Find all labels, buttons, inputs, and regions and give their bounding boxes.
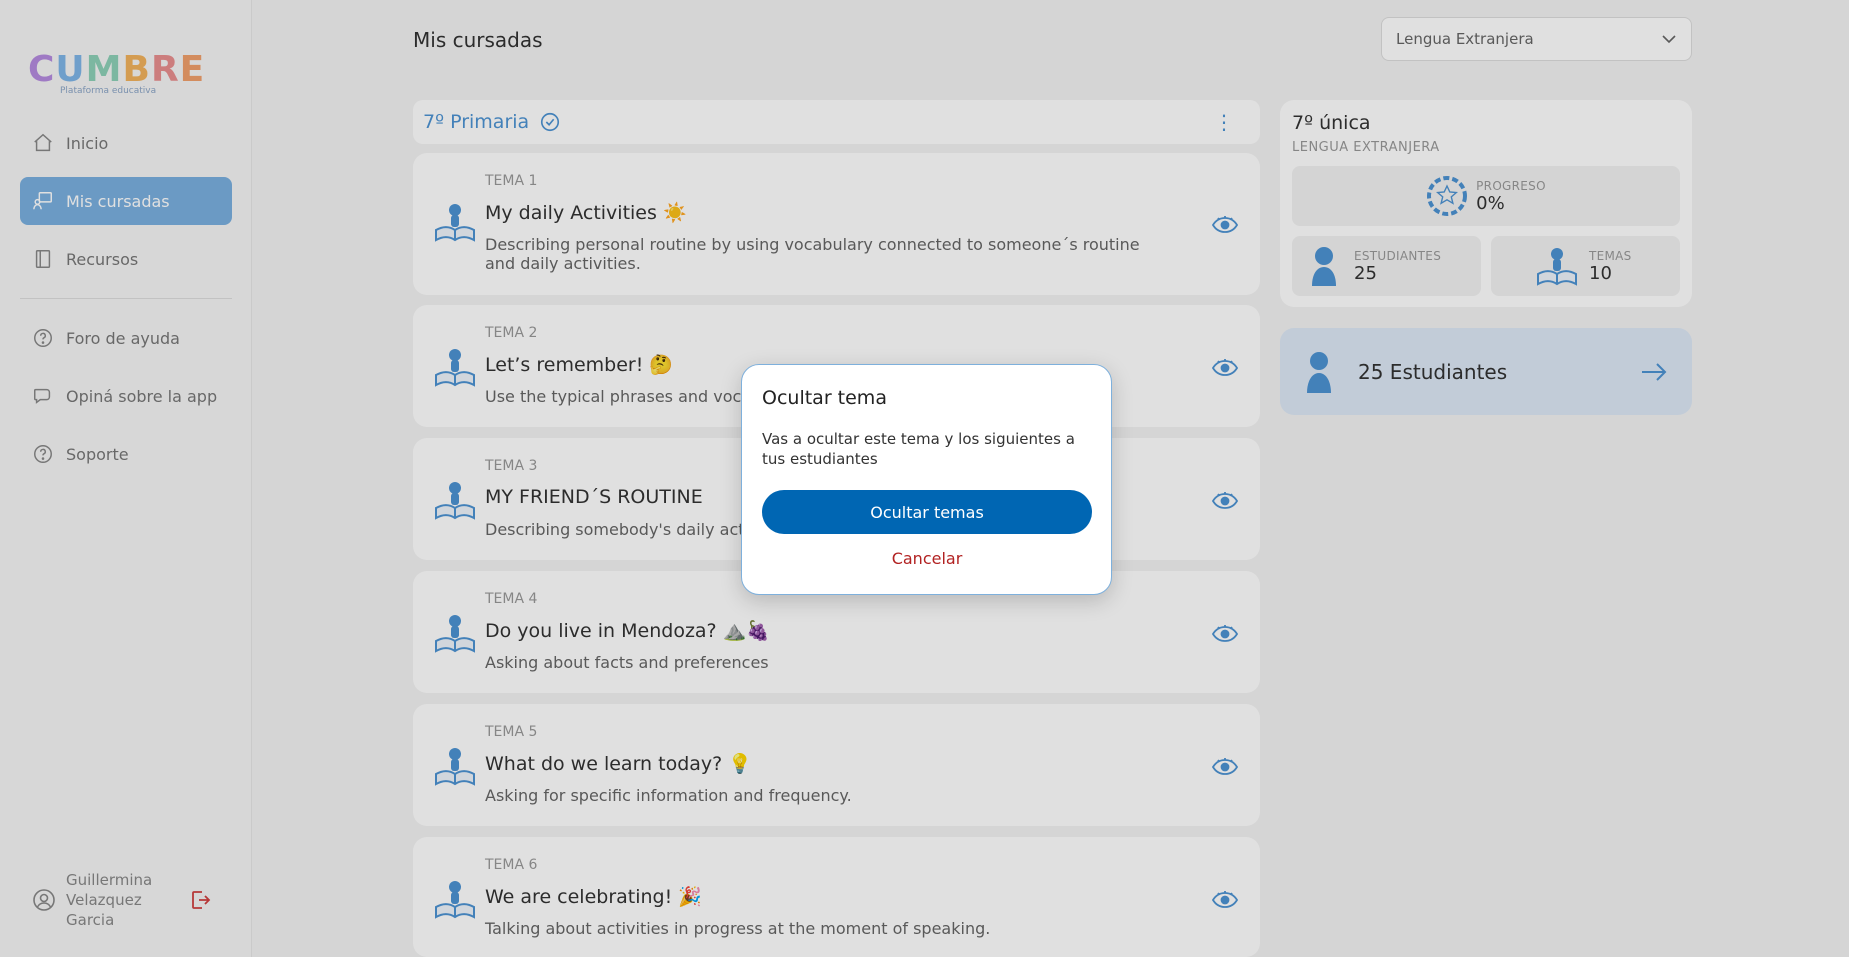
- dialog-title: Ocultar tema: [762, 387, 887, 409]
- hide-topics-button[interactable]: Ocultar temas: [762, 490, 1092, 534]
- dialog-message: Vas a ocultar este tema y los siguientes…: [762, 430, 1075, 468]
- hide-topic-dialog: Ocultar tema Vas a ocultar este tema y l…: [741, 364, 1112, 595]
- cancel-button[interactable]: Cancelar: [762, 549, 1092, 568]
